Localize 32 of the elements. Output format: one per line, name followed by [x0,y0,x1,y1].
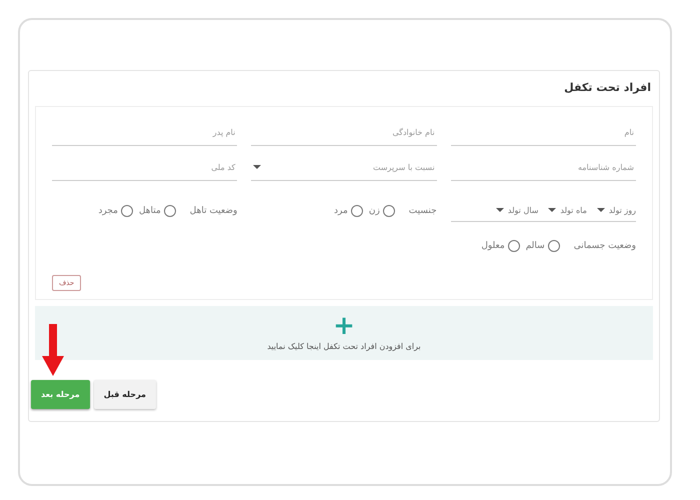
input-field[interactable]: کد ملی [52,154,238,181]
radio-button[interactable] [120,204,133,216]
next-step-button[interactable]: مرحله بعد [31,380,90,409]
caret-icon [253,165,262,169]
add-dependent-area[interactable]: + برای افزودن افراد تحت تکفل اینجا کلیک نمایید [35,306,653,360]
radio-button[interactable] [382,204,395,216]
dropdown[interactable]: ماه تولد [548,206,587,214]
radio-group-label: وضعیت تاهل [190,206,238,216]
radio-button[interactable] [164,204,176,216]
input-field[interactable]: نام خانوادگی [251,119,437,146]
radio-label: معلول [481,241,505,251]
radio-label: مرد [334,206,348,216]
radio-group-label: جنسیت [408,206,437,216]
radio-button[interactable] [508,240,520,252]
dropdown[interactable]: روز تولد [596,206,636,214]
radio-label: مجرد [98,206,118,216]
previous-step-button[interactable]: مرحله قبل [94,380,156,409]
section-title: افراد تحت تکفل [563,80,652,96]
input-field[interactable]: نام پدر [52,119,238,146]
radio-button[interactable] [350,204,363,216]
plus-icon: + [333,316,355,336]
radio-label: متاهل [138,206,161,216]
input-field[interactable]: نام [450,119,636,146]
dropdown[interactable]: سال تولد [496,206,538,214]
dropdown-field[interactable]: نسبت با سرپرست [251,154,437,181]
radio-label: زن [368,206,380,216]
add-hint: برای افزودن افراد تحت تکفل اینجا کلیک نمایید [267,342,421,350]
input-field[interactable]: شماره شناسنامه [450,154,636,181]
radio-group-label: وضعیت جسمانی [574,241,636,251]
arrow-icon [42,324,64,376]
radio-button[interactable] [548,240,560,252]
radio-label: سالم [526,241,545,251]
